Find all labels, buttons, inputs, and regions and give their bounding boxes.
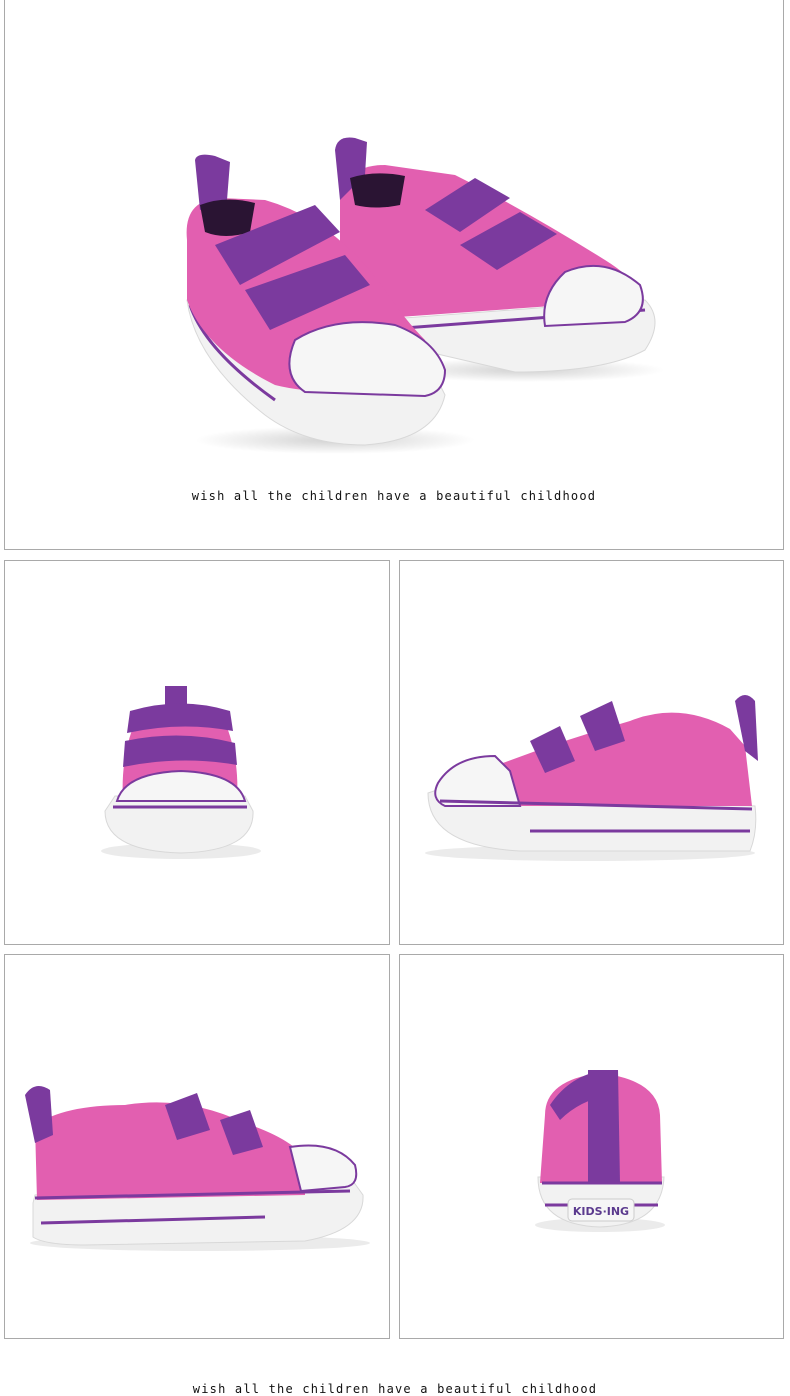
shoe-front-image bbox=[101, 686, 261, 859]
footer-caption: wish all the children have a beautiful c… bbox=[192, 1382, 598, 1396]
shoe-back-image: KIDS·ING bbox=[535, 1070, 665, 1232]
heel-label: KIDS·ING bbox=[573, 1205, 629, 1218]
gallery-front-view bbox=[4, 560, 390, 945]
shoe-side-left-image bbox=[25, 1086, 370, 1251]
hero-panel: wish all the children have a beautiful c… bbox=[4, 0, 784, 550]
hero-shoes-image bbox=[186, 137, 665, 454]
gallery-back-view: KIDS·ING bbox=[399, 954, 784, 1339]
shoe-side-right-image bbox=[425, 695, 758, 861]
gallery-side-view-left bbox=[4, 954, 390, 1339]
gallery-side-view-right bbox=[399, 560, 784, 945]
hero-caption: wish all the children have a beautiful c… bbox=[191, 489, 597, 503]
